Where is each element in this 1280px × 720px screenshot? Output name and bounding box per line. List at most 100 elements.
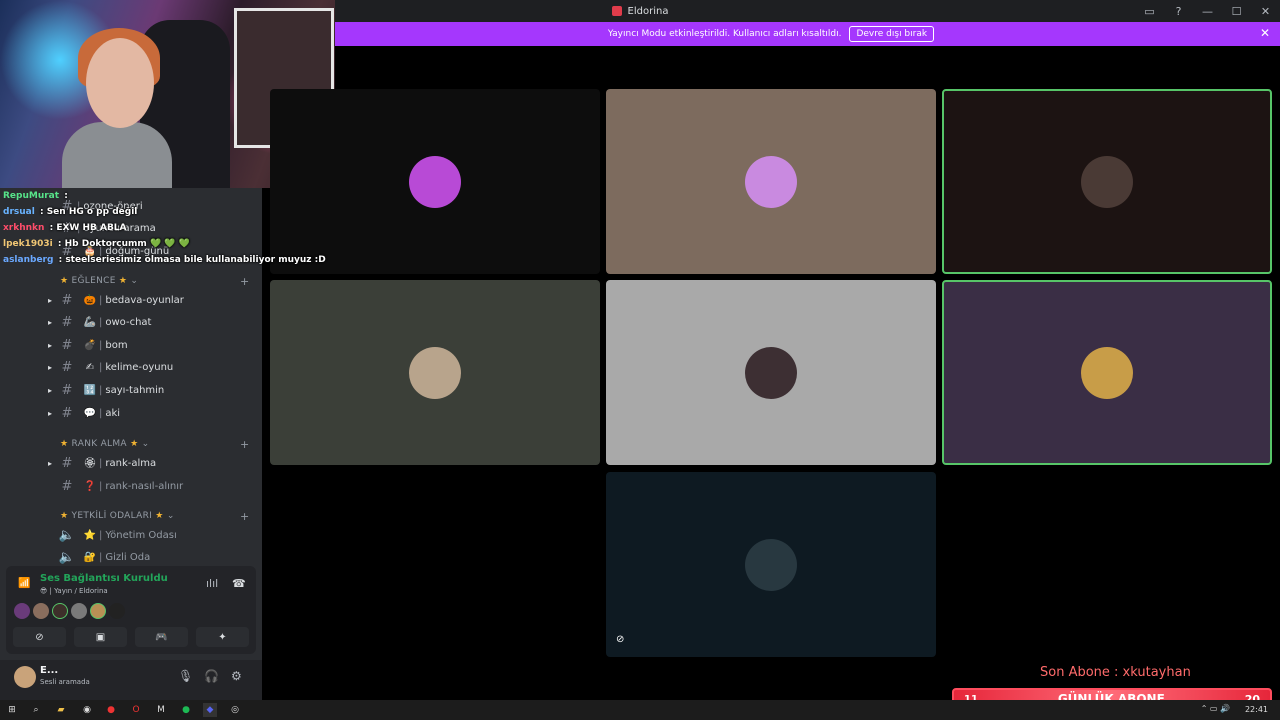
microphone-icon[interactable]: 🎙 — [178, 669, 193, 683]
voice-channel-name[interactable]: 😎 | Yayın / Eldorina — [40, 587, 108, 595]
category-eglence[interactable]: ★ EĞLENCE ★ ⌄ — [60, 276, 138, 286]
help-icon[interactable]: ? — [1164, 0, 1193, 22]
avatar[interactable] — [90, 603, 106, 619]
search-icon[interactable]: ⌕ — [29, 703, 43, 717]
channel-label: Yönetim Odası — [105, 529, 177, 541]
close-button[interactable]: ✕ — [1251, 0, 1280, 22]
voice-channel-gizli[interactable]: 🔈 🔐 | Gizli Oda — [48, 547, 253, 567]
expand-arrow-icon[interactable]: ▸ — [48, 363, 58, 372]
channel-item[interactable]: ▸ # 🔢 | sayı-tahmin — [48, 380, 253, 400]
banner-message: Yayıncı Modu etkinleştirildi. Kullanıcı … — [607, 29, 842, 39]
channel-item[interactable]: ▸ # 🎃 | bedava-oyunlar — [48, 290, 253, 310]
screen-share-icon[interactable]: ▣ — [74, 627, 127, 647]
category-yetkili-odalari[interactable]: ★ YETKİLİ ODALARI ★ ⌄ — [60, 511, 175, 521]
channel-item[interactable]: ▸ # 💬 | aki — [48, 403, 253, 423]
app-icon[interactable]: ● — [104, 703, 118, 717]
activities-icon[interactable]: 🎮 — [135, 627, 188, 647]
channel-emoji-icon: 💬 — [83, 407, 97, 419]
file-explorer-icon[interactable]: ▰ — [54, 703, 68, 717]
user-avatar[interactable] — [14, 666, 36, 688]
video-tile-participant-7[interactable] — [606, 472, 936, 657]
chat-message: RepuMurat : — [0, 188, 280, 204]
video-tile-participant-3[interactable] — [942, 89, 1272, 274]
app-icon[interactable]: ◎ — [228, 703, 242, 717]
star-icon: ★ — [60, 511, 69, 521]
channel-label: bedava-oyunlar — [105, 294, 184, 306]
channel-item[interactable]: ▸ # ✍ | kelime-oyunu — [48, 358, 253, 378]
server-logo-icon — [611, 6, 622, 16]
disconnect-icon[interactable]: ☎ — [232, 577, 246, 590]
video-tile-participant-6[interactable] — [942, 280, 1272, 465]
avatar[interactable] — [14, 603, 30, 619]
expand-arrow-icon[interactable]: ▸ — [48, 341, 58, 350]
channel-emoji-icon: ✍ — [85, 362, 95, 374]
spotify-icon[interactable]: ● — [179, 703, 193, 717]
windows-start-icon[interactable]: ⊞ — [5, 703, 19, 717]
hash-icon: # — [61, 315, 73, 331]
last-subscriber: Son Abone : xkutayhan — [1040, 665, 1191, 680]
avatar[interactable] — [52, 603, 68, 619]
channel-label: kelime-oyunu — [105, 362, 174, 374]
app-icon[interactable]: ◉ — [80, 703, 94, 717]
expand-arrow-icon[interactable]: ▸ — [48, 409, 58, 418]
chat-text: Hb Doktorcumm 💚 💚 💚 — [64, 239, 190, 249]
signal-icon[interactable]: 📶 — [18, 578, 32, 592]
soundboard-icon[interactable]: ✦ — [196, 627, 249, 647]
expand-arrow-icon[interactable]: ▸ — [48, 386, 58, 395]
streamer-mode-banner: Yayıncı Modu etkinleştirildi. Kullanıcı … — [262, 22, 1280, 46]
channel-rank-alma[interactable]: ▸ # 🏵 | rank-alma — [48, 453, 253, 473]
close-banner-icon[interactable]: ✕ — [1260, 26, 1270, 40]
channel-label: aki — [105, 407, 121, 419]
system-tray[interactable]: ⌃ ▭ 🔊 — [1201, 704, 1230, 713]
channel-emoji-icon: 🔐 — [83, 551, 97, 563]
inbox-icon[interactable]: ▭ — [1135, 0, 1164, 22]
channel-emoji-icon: ❓ — [83, 480, 97, 492]
chat-text: EXW HB ABLA — [56, 223, 127, 233]
expand-arrow-icon[interactable]: ▸ — [48, 296, 58, 305]
speaker-icon: 🔈 — [58, 527, 76, 543]
noise-suppression-icon[interactable]: ılıl — [206, 577, 218, 590]
voice-status[interactable]: Ses Bağlantısı Kuruldu — [40, 573, 168, 584]
channel-label: Gizli Oda — [105, 551, 151, 563]
user-name[interactable]: E... — [40, 665, 58, 676]
channel-rank-nasil-alinir[interactable]: # ❓ | rank-nasıl-alınır — [48, 476, 253, 496]
hash-icon: # — [61, 455, 73, 471]
channel-emoji-icon: 🏵 — [83, 457, 97, 469]
channel-label: owo-chat — [105, 317, 152, 329]
opera-icon[interactable]: O — [129, 703, 143, 717]
camera-off-icon[interactable]: ⊘ — [13, 627, 66, 647]
avatar[interactable] — [109, 603, 125, 619]
discord-icon[interactable]: ◆ — [203, 703, 217, 717]
hash-icon: # — [61, 292, 73, 308]
minimize-button[interactable]: — — [1193, 0, 1222, 22]
window-controls: ▭ ? — ☐ ✕ — [1135, 0, 1280, 22]
chat-separator: : — [55, 255, 63, 265]
category-label: RANK ALMA — [71, 439, 127, 449]
expand-arrow-icon[interactable]: ▸ — [48, 318, 58, 327]
channel-item[interactable]: ▸ # 💣 | bom — [48, 335, 253, 355]
channel-emoji-icon: 🦾 — [83, 317, 97, 329]
video-tile-participant-1[interactable] — [270, 89, 600, 274]
avatar[interactable] — [33, 603, 49, 619]
channel-item[interactable]: ▸ # 🦾 | owo-chat — [48, 313, 253, 333]
video-tile-participant-4[interactable] — [270, 280, 600, 465]
app-icon[interactable]: M — [154, 703, 168, 717]
video-tile-participant-5[interactable] — [606, 280, 936, 465]
window-title: Eldorina — [627, 5, 669, 17]
chat-text: steelseriesimiz olmasa bile kullanabiliy… — [65, 255, 326, 265]
maximize-button[interactable]: ☐ — [1222, 0, 1251, 22]
add-channel-icon[interactable]: + — [240, 275, 249, 288]
voice-channel-yonetim[interactable]: 🔈 ⭐ | Yönetim Odası — [48, 525, 253, 545]
add-channel-icon[interactable]: + — [240, 438, 249, 451]
video-tile-participant-2[interactable] — [606, 89, 936, 274]
disable-streamer-mode-button[interactable]: Devre dışı bırak — [849, 26, 935, 42]
headphones-icon[interactable]: 🎧 — [204, 669, 219, 683]
add-channel-icon[interactable]: + — [240, 510, 249, 523]
app-title: Eldorina — [611, 5, 669, 17]
category-rank-alma[interactable]: ★ RANK ALMA ★ ⌄ — [60, 439, 149, 449]
chat-text: Sen HG o pp değil — [46, 207, 138, 217]
channel-label: rank-nasıl-alınır — [105, 480, 184, 492]
participant-avatar — [409, 155, 461, 208]
avatar[interactable] — [71, 603, 87, 619]
settings-gear-icon[interactable]: ⚙ — [231, 669, 242, 683]
